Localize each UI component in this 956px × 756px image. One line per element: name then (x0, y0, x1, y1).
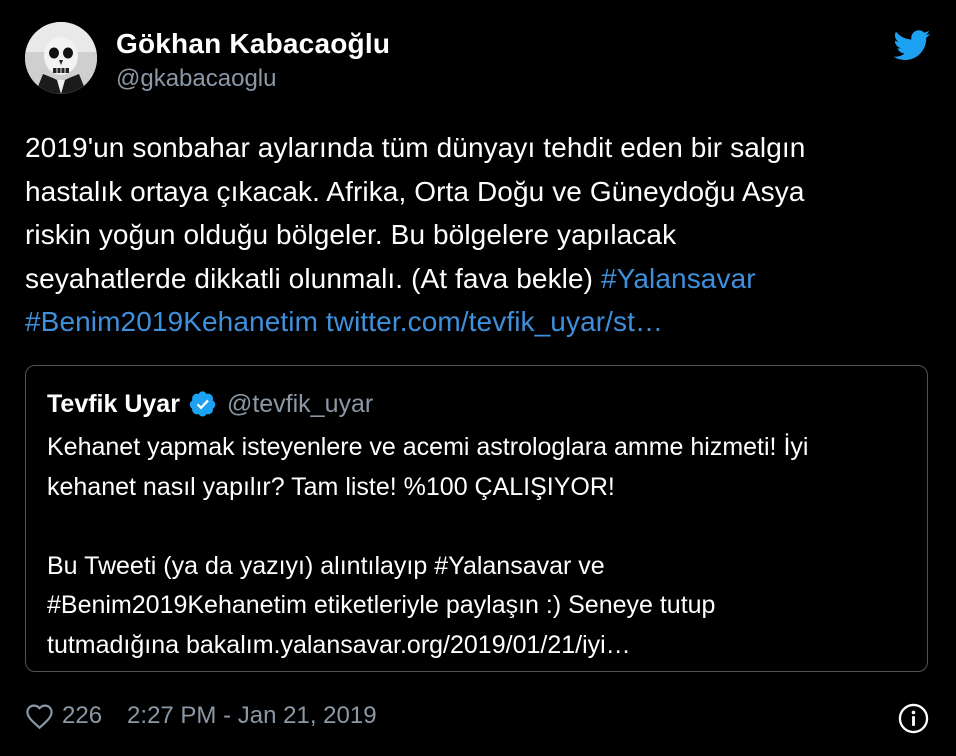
tweet-timestamp[interactable]: 2:27 PM - Jan 21, 2019 (127, 702, 377, 730)
hashtag-benim2019kehanetim-link[interactable]: #Benim2019Kehanetim (25, 306, 318, 337)
info-icon[interactable] (898, 703, 929, 734)
quoted-tweet-header: Tevfik Uyar @tevfik_uyar (47, 388, 373, 420)
quoted-line: tutmadığına bakalım.yalansavar.org/2019/… (47, 630, 631, 659)
twitter-bird-icon[interactable] (893, 30, 931, 61)
verified-badge-icon (189, 391, 216, 417)
quoted-line: #Benim2019Kehanetim etiketleriyle paylaş… (47, 591, 716, 619)
avatar[interactable] (25, 22, 97, 94)
author-handle[interactable]: @gkabacaoglu (116, 64, 276, 94)
like-count: 226 (62, 702, 103, 729)
quoted-line (47, 507, 907, 547)
tweet-text: 2019'un sonbahar aylarında tüm dünyayı t… (25, 126, 935, 344)
quoted-line: kehanet nasıl yapılır? Tam liste! %100 Ç… (47, 472, 615, 501)
quoted-line: Bu Tweeti (ya da yazıyı) alıntılayıp #Ya… (47, 551, 605, 580)
skull-avatar (25, 22, 97, 94)
hashtag-yalansavar-link[interactable]: #Yalansavar (601, 263, 756, 294)
heart-icon[interactable] (25, 703, 54, 730)
author-display-name[interactable]: Gökhan Kabacaoğlu (116, 27, 390, 61)
quoted-author-handle: @tevfik_uyar (226, 390, 374, 418)
tweet-line: 2019'un sonbahar aylarında tüm dünyayı t… (25, 132, 806, 163)
quoted-line: Kehanet yapmak isteyenlere ve acemi astr… (47, 433, 809, 461)
tweet-footer: 226 2:27 PM - Jan 21, 2019 (25, 698, 377, 734)
quoted-tweet-text: Kehanet yapmak isteyenlere ve acemi astr… (47, 428, 907, 665)
quoted-tweet-url-link[interactable]: twitter.com/tevfik_uyar/st… (326, 306, 663, 337)
tweet-line: #Benim2019Kehanetim twitter.com/tevfik_u… (25, 300, 935, 344)
tweet-line-text: seyahatlerde dikkatli olunmalı. (At fava… (25, 262, 601, 294)
tweet-line: hastalık ortaya çıkacak. Afrika, Orta Do… (25, 175, 805, 207)
tweet-line: seyahatlerde dikkatli olunmalı. (At fava… (25, 257, 935, 301)
tweet-line: riskin yoğun olduğu bölgeler. Bu bölgele… (25, 219, 677, 250)
quoted-author-name: Tevfik Uyar (47, 390, 180, 418)
quoted-tweet-card[interactable]: Tevfik Uyar @tevfik_uyar Kehanet yapmak … (25, 365, 928, 672)
